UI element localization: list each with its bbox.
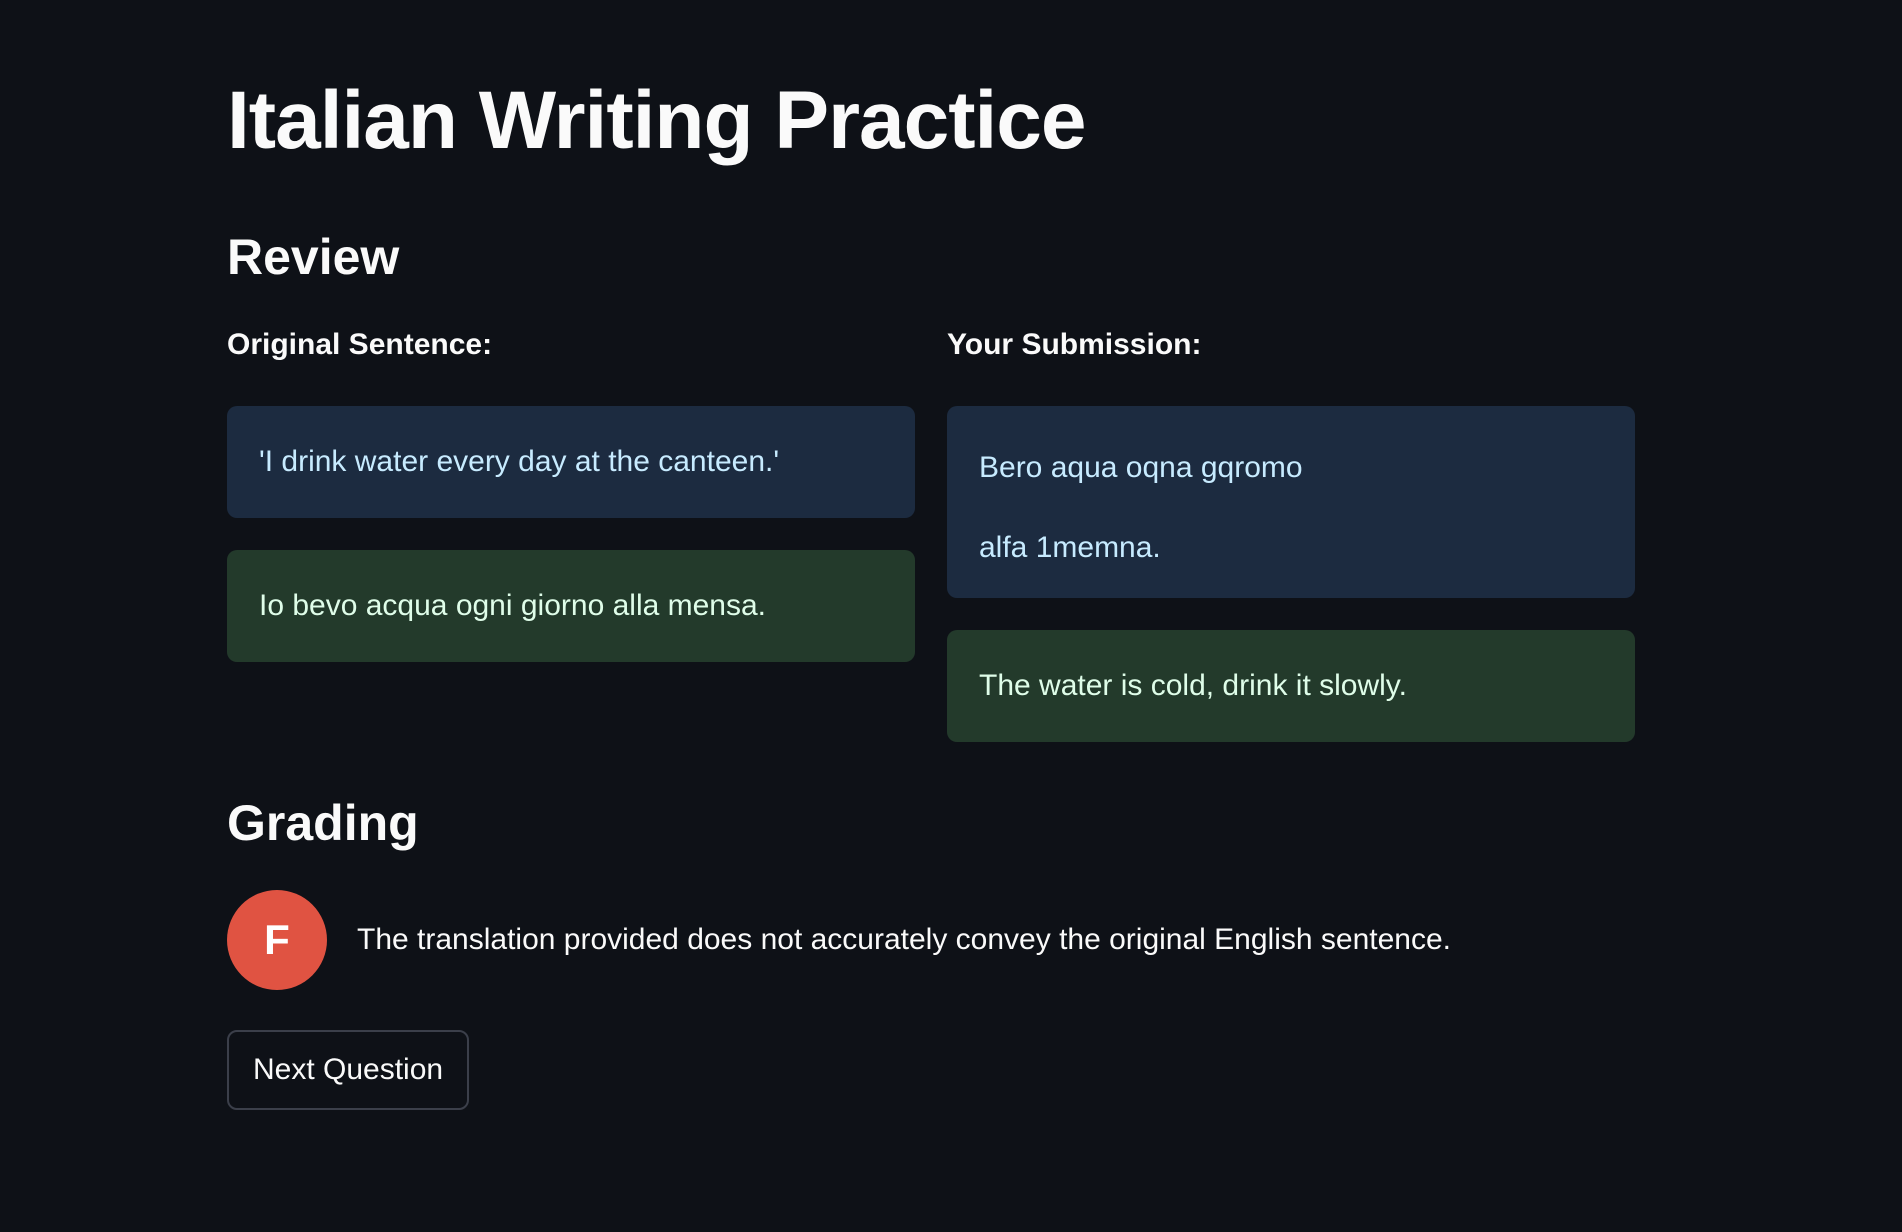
original-english-text: 'I drink water every day at the canteen.… [259,445,780,479]
submission-label: Your Submission: [947,328,1202,361]
original-english-box: 'I drink water every day at the canteen.… [227,406,915,518]
grade-feedback: The translation provided does not accura… [357,923,1451,956]
original-italian-box: Io bevo acqua ogni giorno alla mensa. [227,550,915,662]
original-sentence-label: Original Sentence: [227,328,493,361]
submission-translation-text: The water is cold, drink it slowly. [979,669,1407,703]
submission-column: Your Submission: Bero aqua oqna gqromo a… [947,330,1635,742]
grade-row: F The translation provided does not accu… [227,890,1451,990]
submission-text-line-2: alfa 1memna. [979,530,1161,564]
submission-text-box: Bero aqua oqna gqromo alfa 1memna. [947,406,1635,598]
submission-translation-box: The water is cold, drink it slowly. [947,630,1635,742]
grade-badge: F [227,890,327,990]
submission-text-line-1: Bero aqua oqna gqromo [979,451,1303,484]
grading-heading: Grading [227,795,419,851]
next-question-button[interactable]: Next Question [227,1030,470,1110]
original-sentence-column: Original Sentence: 'I drink water every … [227,330,915,662]
review-heading: Review [227,229,400,285]
original-italian-text: Io bevo acqua ogni giorno alla mensa. [259,589,767,623]
page-title: Italian Writing Practice [227,75,1087,166]
